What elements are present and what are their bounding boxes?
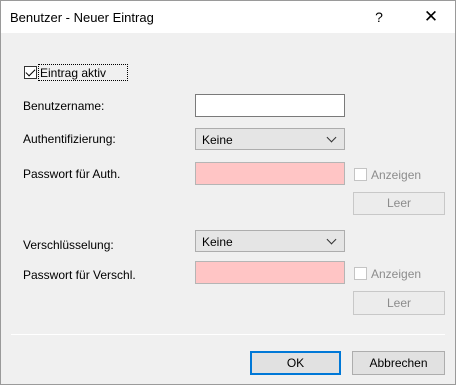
entry-active-label[interactable]: Eintrag aktiv [40,66,106,80]
encryption-label: Verschlüsselung: [23,238,114,252]
footer-divider [11,334,445,335]
encryption-clear-button[interactable]: Leer [353,291,445,315]
username-input[interactable] [195,94,345,117]
auth-password-label: Passwort für Auth. [23,167,121,181]
window-title: Benutzer - Neuer Eintrag [10,10,154,25]
username-label: Benutzername: [23,99,105,113]
close-icon: ✕ [423,7,439,26]
auth-show-password-checkbox[interactable] [354,168,367,181]
encryption-show-password-label[interactable]: Anzeigen [371,267,421,281]
encryption-selected-value: Keine [202,235,233,249]
auth-clear-button[interactable]: Leer [353,192,445,215]
ok-button[interactable]: OK [250,351,341,375]
chevron-down-icon [326,132,337,143]
close-button[interactable]: ✕ [411,5,451,29]
dialog-window: Benutzer - Neuer Eintrag ? ✕ Eintrag akt… [0,0,456,385]
authentication-label: Authentifizierung: [23,132,116,146]
encryption-select[interactable]: Keine [195,230,345,252]
authentication-select[interactable]: Keine [195,128,345,150]
encryption-password-input[interactable] [195,261,345,284]
entry-active-checkbox[interactable] [24,66,37,79]
encryption-password-label: Passwort für Verschl. [23,268,136,282]
help-icon: ? [375,9,383,25]
auth-password-input[interactable] [195,162,345,185]
authentication-selected-value: Keine [202,133,233,147]
encryption-show-password-checkbox[interactable] [354,267,367,280]
help-button[interactable]: ? [359,5,399,29]
chevron-down-icon [326,234,337,245]
title-bar: Benutzer - Neuer Eintrag ? ✕ [1,1,455,33]
cancel-button[interactable]: Abbrechen [352,351,445,375]
dialog-body: Eintrag aktiv Benutzername: Authentifizi… [1,33,455,384]
checkmark-icon [25,66,36,77]
auth-show-password-label[interactable]: Anzeigen [371,168,421,182]
